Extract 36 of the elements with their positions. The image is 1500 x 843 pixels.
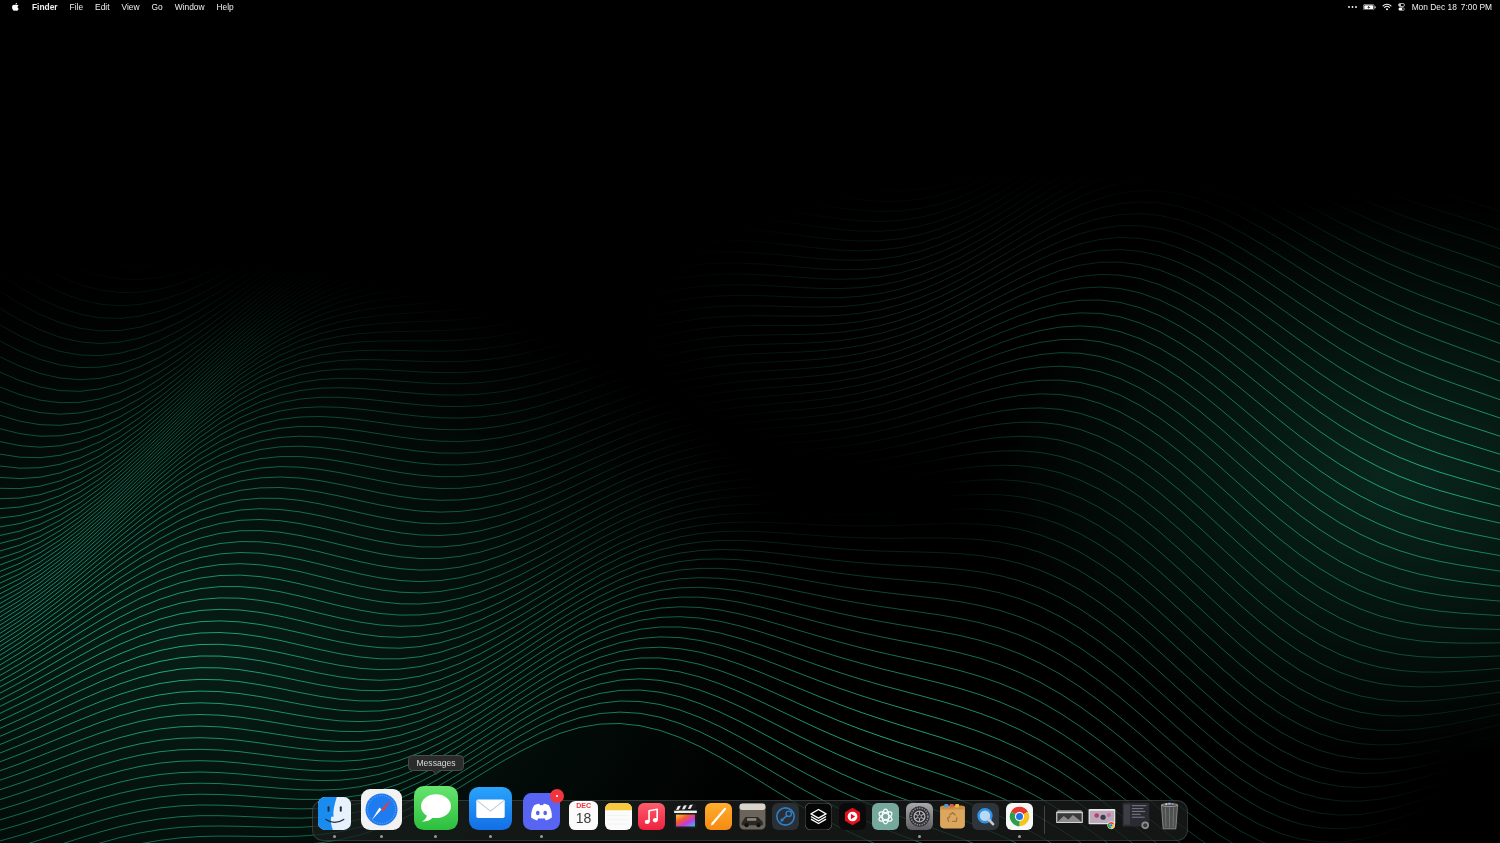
linked-circles-icon[interactable] [772, 803, 799, 830]
play-icon[interactable] [838, 803, 866, 830]
music-note-icon[interactable] [638, 803, 666, 830]
controller-face-icon[interactable] [523, 793, 561, 830]
tooltip: Messages [407, 755, 464, 775]
clock-date[interactable]: Mon Dec 18 [1411, 1, 1457, 13]
clock-time[interactable]: 7:00 PM [1460, 1, 1492, 13]
toggle-switches-icon[interactable] [1397, 3, 1405, 11]
app-menu[interactable]: Finder [32, 1, 58, 13]
envelope-icon[interactable] [469, 787, 513, 830]
battery-icon[interactable] [1362, 3, 1376, 11]
smiling-face-icon[interactable] [318, 797, 352, 830]
recycle-box-icon[interactable] [938, 803, 966, 830]
menu-item[interactable]: Window [174, 1, 205, 13]
car-photo-icon[interactable] [738, 803, 766, 830]
menu-item[interactable]: Go [151, 1, 163, 13]
menu-item[interactable]: File [69, 1, 84, 13]
pen-icon[interactable] [705, 803, 733, 830]
menu-item[interactable]: Help [216, 1, 234, 13]
stacked-layers-icon[interactable] [805, 803, 833, 830]
notepad-icon[interactable] [605, 803, 633, 830]
apple-logo-icon[interactable] [11, 2, 19, 12]
app-badge-icon [1140, 821, 1149, 830]
menu-item[interactable]: View [121, 1, 140, 13]
rosette-icon[interactable] [872, 803, 900, 830]
gear-icon[interactable] [905, 803, 933, 830]
menu-item[interactable]: Edit [95, 1, 110, 13]
wifi-icon[interactable] [1381, 3, 1392, 11]
calendar-day-text: 18 [575, 810, 592, 827]
compass-icon[interactable] [361, 789, 403, 830]
speech-bubble-icon[interactable] [413, 786, 458, 830]
clapperboard-icon[interactable] [671, 803, 699, 830]
tricolor-wheel-icon[interactable] [1005, 803, 1033, 830]
magnifier-icon[interactable] [972, 803, 1000, 830]
window-thumbnail[interactable] [1121, 801, 1151, 830]
app-badge-icon [1107, 821, 1116, 830]
